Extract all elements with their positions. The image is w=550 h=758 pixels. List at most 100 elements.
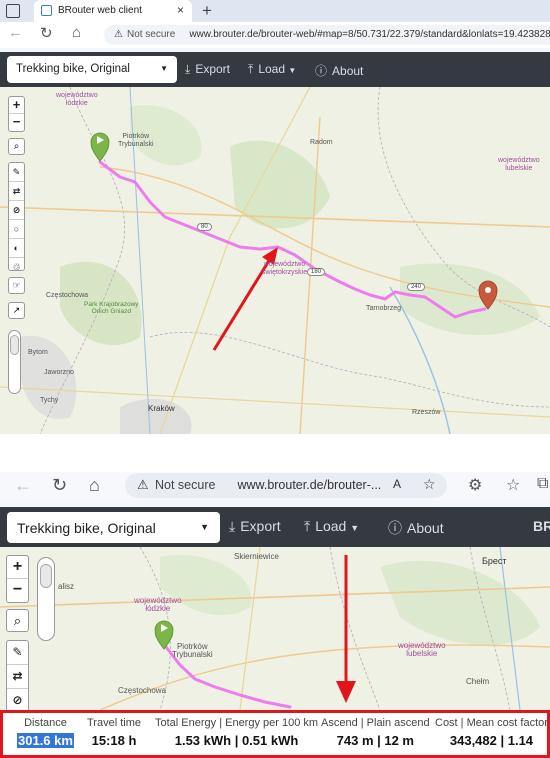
back-icon[interactable]: ← — [14, 475, 32, 496]
search-button[interactable]: ⌕ — [6, 609, 29, 632]
warning-icon: ⚠ — [137, 477, 149, 492]
profile-value: Trekking bike, Original — [17, 520, 156, 536]
close-tab-icon[interactable]: × — [177, 3, 184, 17]
read-aloud-icon[interactable]: A — [393, 477, 401, 491]
park-label: Park Krajobrazowy Orlich Gniazd — [84, 301, 139, 315]
trash-icon[interactable]: ♲ — [9, 258, 24, 276]
upload-icon: ⤒ — [248, 62, 254, 76]
export-button[interactable]: ⤓ Export — [229, 518, 281, 535]
search-icon: ⌕ — [13, 141, 20, 152]
stat-header: Cost | Mean cost factor — [435, 717, 548, 729]
load-button[interactable]: ⤒ Load ▼ — [304, 518, 359, 535]
hand-icon: ☞ — [12, 280, 21, 290]
region-label: województwo łódzkie — [134, 596, 182, 613]
stat-ascend: Ascend | Plain ascend 743 m | 12 m — [321, 717, 430, 748]
stat-value[interactable]: 301.6 km — [17, 733, 74, 748]
reload-icon[interactable]: ↻ — [52, 475, 67, 496]
tab-strip: BRouter web client × + — [0, 0, 550, 22]
browser-tab[interactable]: BRouter web client × — [34, 0, 192, 22]
export-button[interactable]: ⤓ Export — [185, 62, 230, 77]
stat-distance: Distance 301.6 km — [17, 717, 74, 748]
stat-value: 343,482 | 1.14 — [449, 733, 534, 748]
browser-window-bottom: ← ↻ ⌂ ⚠ Not secure www.brouter.de/brouter… — [0, 472, 550, 758]
place-label: Piotrków Trybunalski — [118, 133, 154, 148]
favorite-icon[interactable]: ☆ — [423, 476, 436, 493]
load-button[interactable]: ⤒ Load ▼ — [248, 62, 296, 77]
extensions-icon[interactable]: ⚙ — [468, 475, 482, 495]
load-label: Load — [315, 518, 347, 534]
load-label: Load — [258, 62, 286, 76]
place-label: Radom — [310, 139, 333, 146]
caret-down-icon: ▼ — [288, 66, 297, 75]
add-waypoint-icon[interactable]: ○ — [9, 220, 24, 239]
stat-header: Ascend | Plain ascend — [321, 717, 430, 729]
region-label: województwo lubelskie — [498, 157, 540, 172]
address-bar-row: ← ↻ ⌂ ⚠ Not secure www.brouter.de/brouter… — [0, 472, 550, 500]
zoom-slider-handle[interactable] — [10, 335, 19, 355]
draw-route-icon[interactable]: ✎ — [9, 163, 24, 182]
about-label: About — [407, 520, 444, 536]
browser-window-top: BRouter web client × + ← ↻ ⌂ ⚠ Not secure… — [0, 0, 550, 434]
place-label: Bytom — [28, 349, 48, 356]
stat-header: Travel time — [87, 717, 141, 729]
delete-route-icon[interactable]: ⊘ — [7, 689, 28, 710]
zoom-out-button[interactable]: − — [7, 579, 28, 602]
stat-header: Distance — [24, 717, 67, 729]
reverse-route-icon[interactable]: ⇄ — [7, 665, 28, 689]
favorites-icon[interactable]: ☆ — [506, 475, 520, 495]
place-label: Chełm — [466, 677, 490, 686]
stat-energy: Total Energy | Energy per 100 km 1.53 kW… — [155, 717, 318, 748]
warning-icon: ⚠ — [114, 29, 123, 40]
collections-icon[interactable]: ⧉ — [537, 475, 548, 493]
place-label: alisz — [58, 582, 75, 591]
place-label: Częstochowa — [118, 686, 167, 695]
info-icon: ⓘ — [388, 520, 402, 536]
caret-down-icon: ▼ — [350, 523, 360, 533]
region-label: województwo świętokrzyskie — [262, 261, 308, 276]
elevation-button[interactable]: ↗ — [8, 302, 25, 319]
place-label: Tarnobrzeg — [366, 305, 402, 312]
profile-select[interactable]: Trekking bike, Original ▼ — [7, 512, 220, 543]
address-bar-row: ← ↻ ⌂ ⚠ Not secure www.brouter.de/brouter-… — [0, 22, 550, 48]
tab-actions-icon[interactable] — [6, 4, 20, 18]
zoom-in-button[interactable]: + — [9, 97, 24, 114]
back-icon[interactable]: ← — [8, 24, 23, 41]
zoom-slider[interactable] — [37, 557, 55, 641]
place-label: Брест — [482, 556, 507, 566]
profile-value: Trekking bike, Original — [16, 63, 130, 75]
zoom-out-button[interactable]: − — [9, 114, 24, 131]
about-button[interactable]: ⓘ About — [388, 518, 444, 538]
map-canvas[interactable]: Piotrków Trybunalski Radom Częstochowa T… — [0, 87, 550, 434]
nogo-area-icon[interactable]: ◐ — [9, 239, 24, 258]
home-icon[interactable]: ⌂ — [72, 24, 81, 41]
reverse-route-icon[interactable]: ⇄ — [9, 182, 24, 201]
about-button[interactable]: ⓘ About — [315, 62, 363, 79]
zoom-slider[interactable] — [8, 330, 21, 394]
stat-travel-time: Travel time 15:18 h — [87, 717, 141, 748]
favicon-icon — [41, 5, 52, 16]
search-icon: ⌕ — [13, 613, 22, 628]
stat-cost: Cost | Mean cost factor 343,482 | 1.14 — [435, 717, 548, 748]
draw-toolbar: ✎ ⇄ ⊘ — [6, 640, 29, 710]
place-label: Jaworzno — [44, 369, 74, 376]
reload-icon[interactable]: ↻ — [40, 24, 53, 42]
profile-select[interactable]: Trekking bike, Original ▼ — [7, 56, 177, 83]
zoom-in-button[interactable]: + — [7, 556, 28, 579]
delete-route-icon[interactable]: ⊘ — [9, 201, 24, 220]
not-secure-label: Not secure — [126, 29, 176, 40]
url-field[interactable]: ⚠ Not secure www.brouter.de/brouter-... A… — [125, 473, 447, 498]
region-label: województwo lubelskie — [398, 641, 446, 658]
draw-route-icon[interactable]: ✎ — [7, 641, 28, 665]
not-secure-label: Not secure — [155, 478, 216, 492]
pan-button[interactable]: ☞ — [8, 277, 25, 294]
home-icon[interactable]: ⌂ — [89, 475, 100, 496]
stat-value: 15:18 h — [91, 733, 137, 748]
url-field[interactable]: ⚠ Not secure www.brouter.de/brouter-web/#m… — [104, 25, 550, 45]
place-label: Skierniewice — [234, 552, 279, 561]
new-tab-icon[interactable]: + — [202, 0, 212, 22]
road-number: 80 — [197, 223, 212, 231]
zoom-slider-handle[interactable] — [40, 564, 52, 588]
map-canvas[interactable]: Skierniewice Брест województwo łódzkie w… — [0, 547, 550, 710]
url-text: www.brouter.de/brouter-web/#map=8/50.731… — [189, 29, 550, 40]
search-button[interactable]: ⌕ — [8, 138, 25, 155]
